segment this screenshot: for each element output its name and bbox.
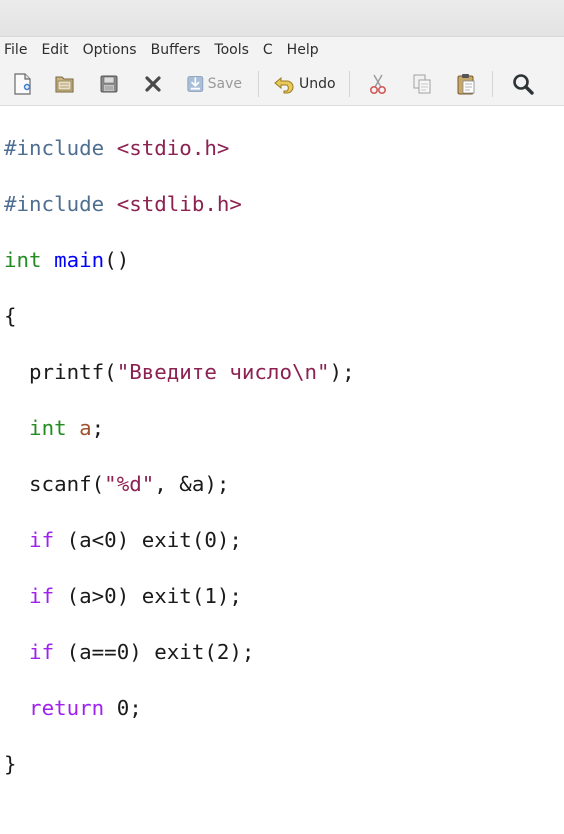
undo-button[interactable]: Undo (272, 71, 336, 97)
open-file-button[interactable] (52, 71, 78, 97)
cut-icon (369, 74, 387, 95)
toolbar-separator (349, 71, 350, 97)
search-button[interactable] (510, 71, 536, 97)
copy-icon (413, 74, 431, 94)
save-button[interactable]: Save (186, 71, 242, 97)
keyword-token: if (29, 528, 55, 552)
cut-button[interactable] (365, 71, 391, 97)
code-line: if (a>0) exit(1); (4, 582, 355, 610)
code-editor[interactable]: #include <stdio.h> #include <stdlib.h> i… (0, 106, 564, 776)
undo-icon (274, 76, 294, 94)
menu-buffers[interactable]: Buffers (147, 37, 205, 63)
code-token: printf( (4, 360, 117, 384)
keyword-token: return (29, 696, 105, 720)
close-buffer-button[interactable] (140, 71, 166, 97)
code-line: printf("Введите число\n"); (4, 358, 355, 386)
undo-label: Undo (299, 76, 336, 92)
code-token: ; (91, 416, 105, 440)
code-token: , &a); (154, 472, 230, 496)
code-token: 0; (104, 696, 142, 720)
code-line: scanf("%d", &a); (4, 470, 355, 498)
menu-file[interactable]: File (0, 37, 31, 63)
code-line: { (4, 302, 355, 330)
function-token: main (54, 248, 105, 272)
save-disk-button[interactable] (96, 71, 122, 97)
code-line: if (a<0) exit(0); (4, 526, 355, 554)
menu-edit[interactable]: Edit (37, 37, 72, 63)
toolbar: Save Undo (0, 63, 564, 106)
code-line: } (4, 750, 355, 778)
preprocessor-token: #include (4, 192, 105, 216)
menu-help[interactable]: Help (283, 37, 323, 63)
code-token: } (4, 752, 17, 776)
string-token: "Введите число\n" (116, 360, 330, 384)
copy-button[interactable] (409, 71, 435, 97)
menu-options[interactable]: Options (79, 37, 141, 63)
string-token: <stdio.h> (116, 136, 230, 160)
save-disk-icon (100, 75, 118, 93)
paste-button[interactable] (453, 71, 479, 97)
save-icon (187, 76, 204, 92)
code-line: if (a==0) exit(2); (4, 638, 355, 666)
code-line: #include <stdio.h> (4, 134, 355, 162)
open-folder-icon (55, 76, 74, 93)
code-token: ); (329, 360, 355, 384)
new-file-button[interactable] (9, 71, 35, 97)
code-token: (a>0) exit(1); (54, 584, 242, 608)
window-titlebar[interactable] (0, 0, 564, 37)
preprocessor-token: #include (4, 136, 105, 160)
string-token: <stdlib.h> (116, 192, 242, 216)
new-file-icon (14, 73, 31, 95)
variable-token: a (79, 416, 92, 440)
paste-icon (457, 74, 475, 95)
save-label: Save (207, 76, 242, 92)
code-line: return 0; (4, 694, 355, 722)
menu-bar: File Edit Options Buffers Tools C Help (0, 37, 564, 63)
search-icon (513, 74, 534, 95)
code-token: scanf( (4, 472, 105, 496)
code-line: int main() (4, 246, 355, 274)
code-token: (a<0) exit(0); (54, 528, 242, 552)
type-token: int (29, 416, 67, 440)
menu-c[interactable]: C (259, 37, 277, 63)
toolbar-separator (258, 71, 259, 97)
code-token: { (4, 304, 17, 328)
code-token: () (104, 248, 130, 272)
type-token: int (4, 248, 42, 272)
string-token: "%d" (104, 472, 155, 496)
keyword-token: if (29, 584, 55, 608)
keyword-token: if (29, 640, 55, 664)
code-line: int a; (4, 414, 355, 442)
toolbar-separator (492, 71, 493, 97)
close-x-icon (145, 76, 161, 92)
code-text: #include <stdio.h> #include <stdlib.h> i… (4, 106, 355, 834)
menu-tools[interactable]: Tools (210, 37, 253, 63)
code-line: #include <stdlib.h> (4, 190, 355, 218)
code-token: (a==0) exit(2); (54, 640, 255, 664)
